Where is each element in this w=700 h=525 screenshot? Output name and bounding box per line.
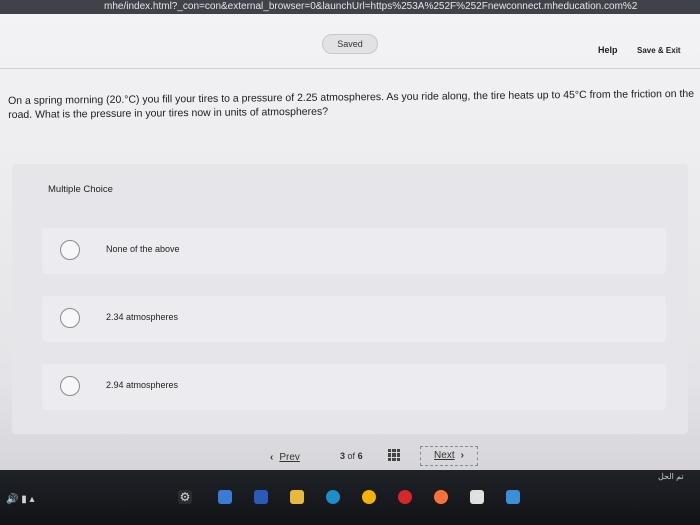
mail-icon[interactable] (506, 490, 520, 504)
saved-status-badge: Saved (322, 34, 378, 54)
radio-button[interactable] (60, 308, 80, 328)
opera-icon[interactable] (398, 490, 412, 504)
answer-option-2[interactable]: 2.34 atmospheres (42, 296, 666, 342)
settings-icon[interactable]: ⚙ (178, 490, 192, 504)
edge-icon[interactable] (326, 490, 340, 504)
page-indicator: 3 of 6 (340, 451, 363, 461)
assessment-page: Saved Help Save & Exit On a spring morni… (0, 14, 700, 470)
grid-icon[interactable] (388, 449, 400, 461)
firefox-icon[interactable] (434, 490, 448, 504)
next-button[interactable]: Next › (420, 446, 478, 466)
chrome-icon[interactable] (362, 490, 376, 504)
multiple-choice-panel: Multiple Choice None of the above 2.34 a… (12, 164, 688, 434)
radio-button[interactable] (60, 240, 80, 260)
url-text: mhe/index.html?_con=con&external_browser… (104, 1, 638, 12)
header-divider (0, 68, 700, 69)
question-text: On a spring morning (20.°C) you fill you… (8, 87, 695, 121)
store-bag-icon[interactable] (470, 490, 484, 504)
option-label: None of the above (106, 244, 180, 254)
chevron-right-icon: › (460, 450, 464, 461)
option-label: 2.94 atmospheres (106, 380, 179, 390)
prev-button[interactable]: ‹ Prev (270, 452, 300, 463)
windows-taskbar: تم الحل 🔊 ▮ ▴ ⚙ (0, 470, 700, 525)
browser-address-bar[interactable]: mhe/index.html?_con=con&external_browser… (0, 0, 700, 14)
radio-button[interactable] (60, 376, 80, 396)
save-exit-button[interactable]: Save & Exit (637, 46, 681, 55)
system-tray-icons[interactable]: 🔊 ▮ ▴ (6, 494, 35, 505)
corner-text: تم الحل (658, 472, 684, 481)
help-link[interactable]: Help (598, 45, 618, 55)
chevron-left-icon: ‹ (270, 452, 274, 463)
store-icon[interactable] (218, 490, 232, 504)
answer-option-1[interactable]: None of the above (42, 228, 666, 274)
question-type-label: Multiple Choice (48, 184, 113, 195)
file-explorer-icon[interactable] (290, 490, 304, 504)
option-label: 2.34 atmospheres (106, 312, 179, 322)
app-icon[interactable] (254, 490, 268, 504)
answer-option-3[interactable]: 2.94 atmospheres (42, 364, 666, 410)
